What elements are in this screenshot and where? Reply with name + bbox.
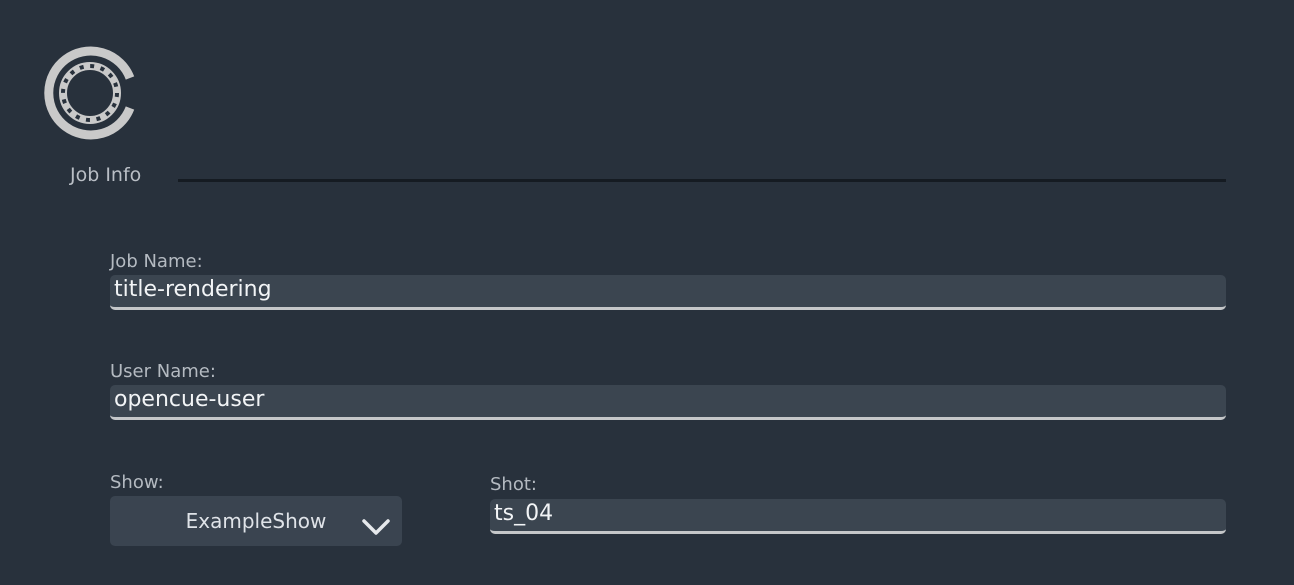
section-header: Job Info xyxy=(70,160,1226,190)
job-name-label: Job Name: xyxy=(110,251,203,272)
show-selected-value: ExampleShow xyxy=(185,509,327,533)
chevron-down-icon[interactable] xyxy=(360,508,392,535)
shot-label: Shot: xyxy=(490,474,537,495)
show-dropdown[interactable]: ExampleShow xyxy=(110,496,402,546)
opencue-logo-icon xyxy=(44,46,138,140)
user-name-label: User Name: xyxy=(110,361,216,382)
shot-field[interactable]: ts_04 xyxy=(490,499,1226,534)
job-name-field[interactable]: title-rendering xyxy=(110,275,1226,310)
section-divider xyxy=(178,179,1226,182)
show-label: Show: xyxy=(110,472,164,493)
user-name-field[interactable]: opencue-user xyxy=(110,385,1226,420)
section-title: Job Info xyxy=(70,164,142,186)
job-info-panel: Job Info Job Name: title-rendering User … xyxy=(0,0,1294,585)
